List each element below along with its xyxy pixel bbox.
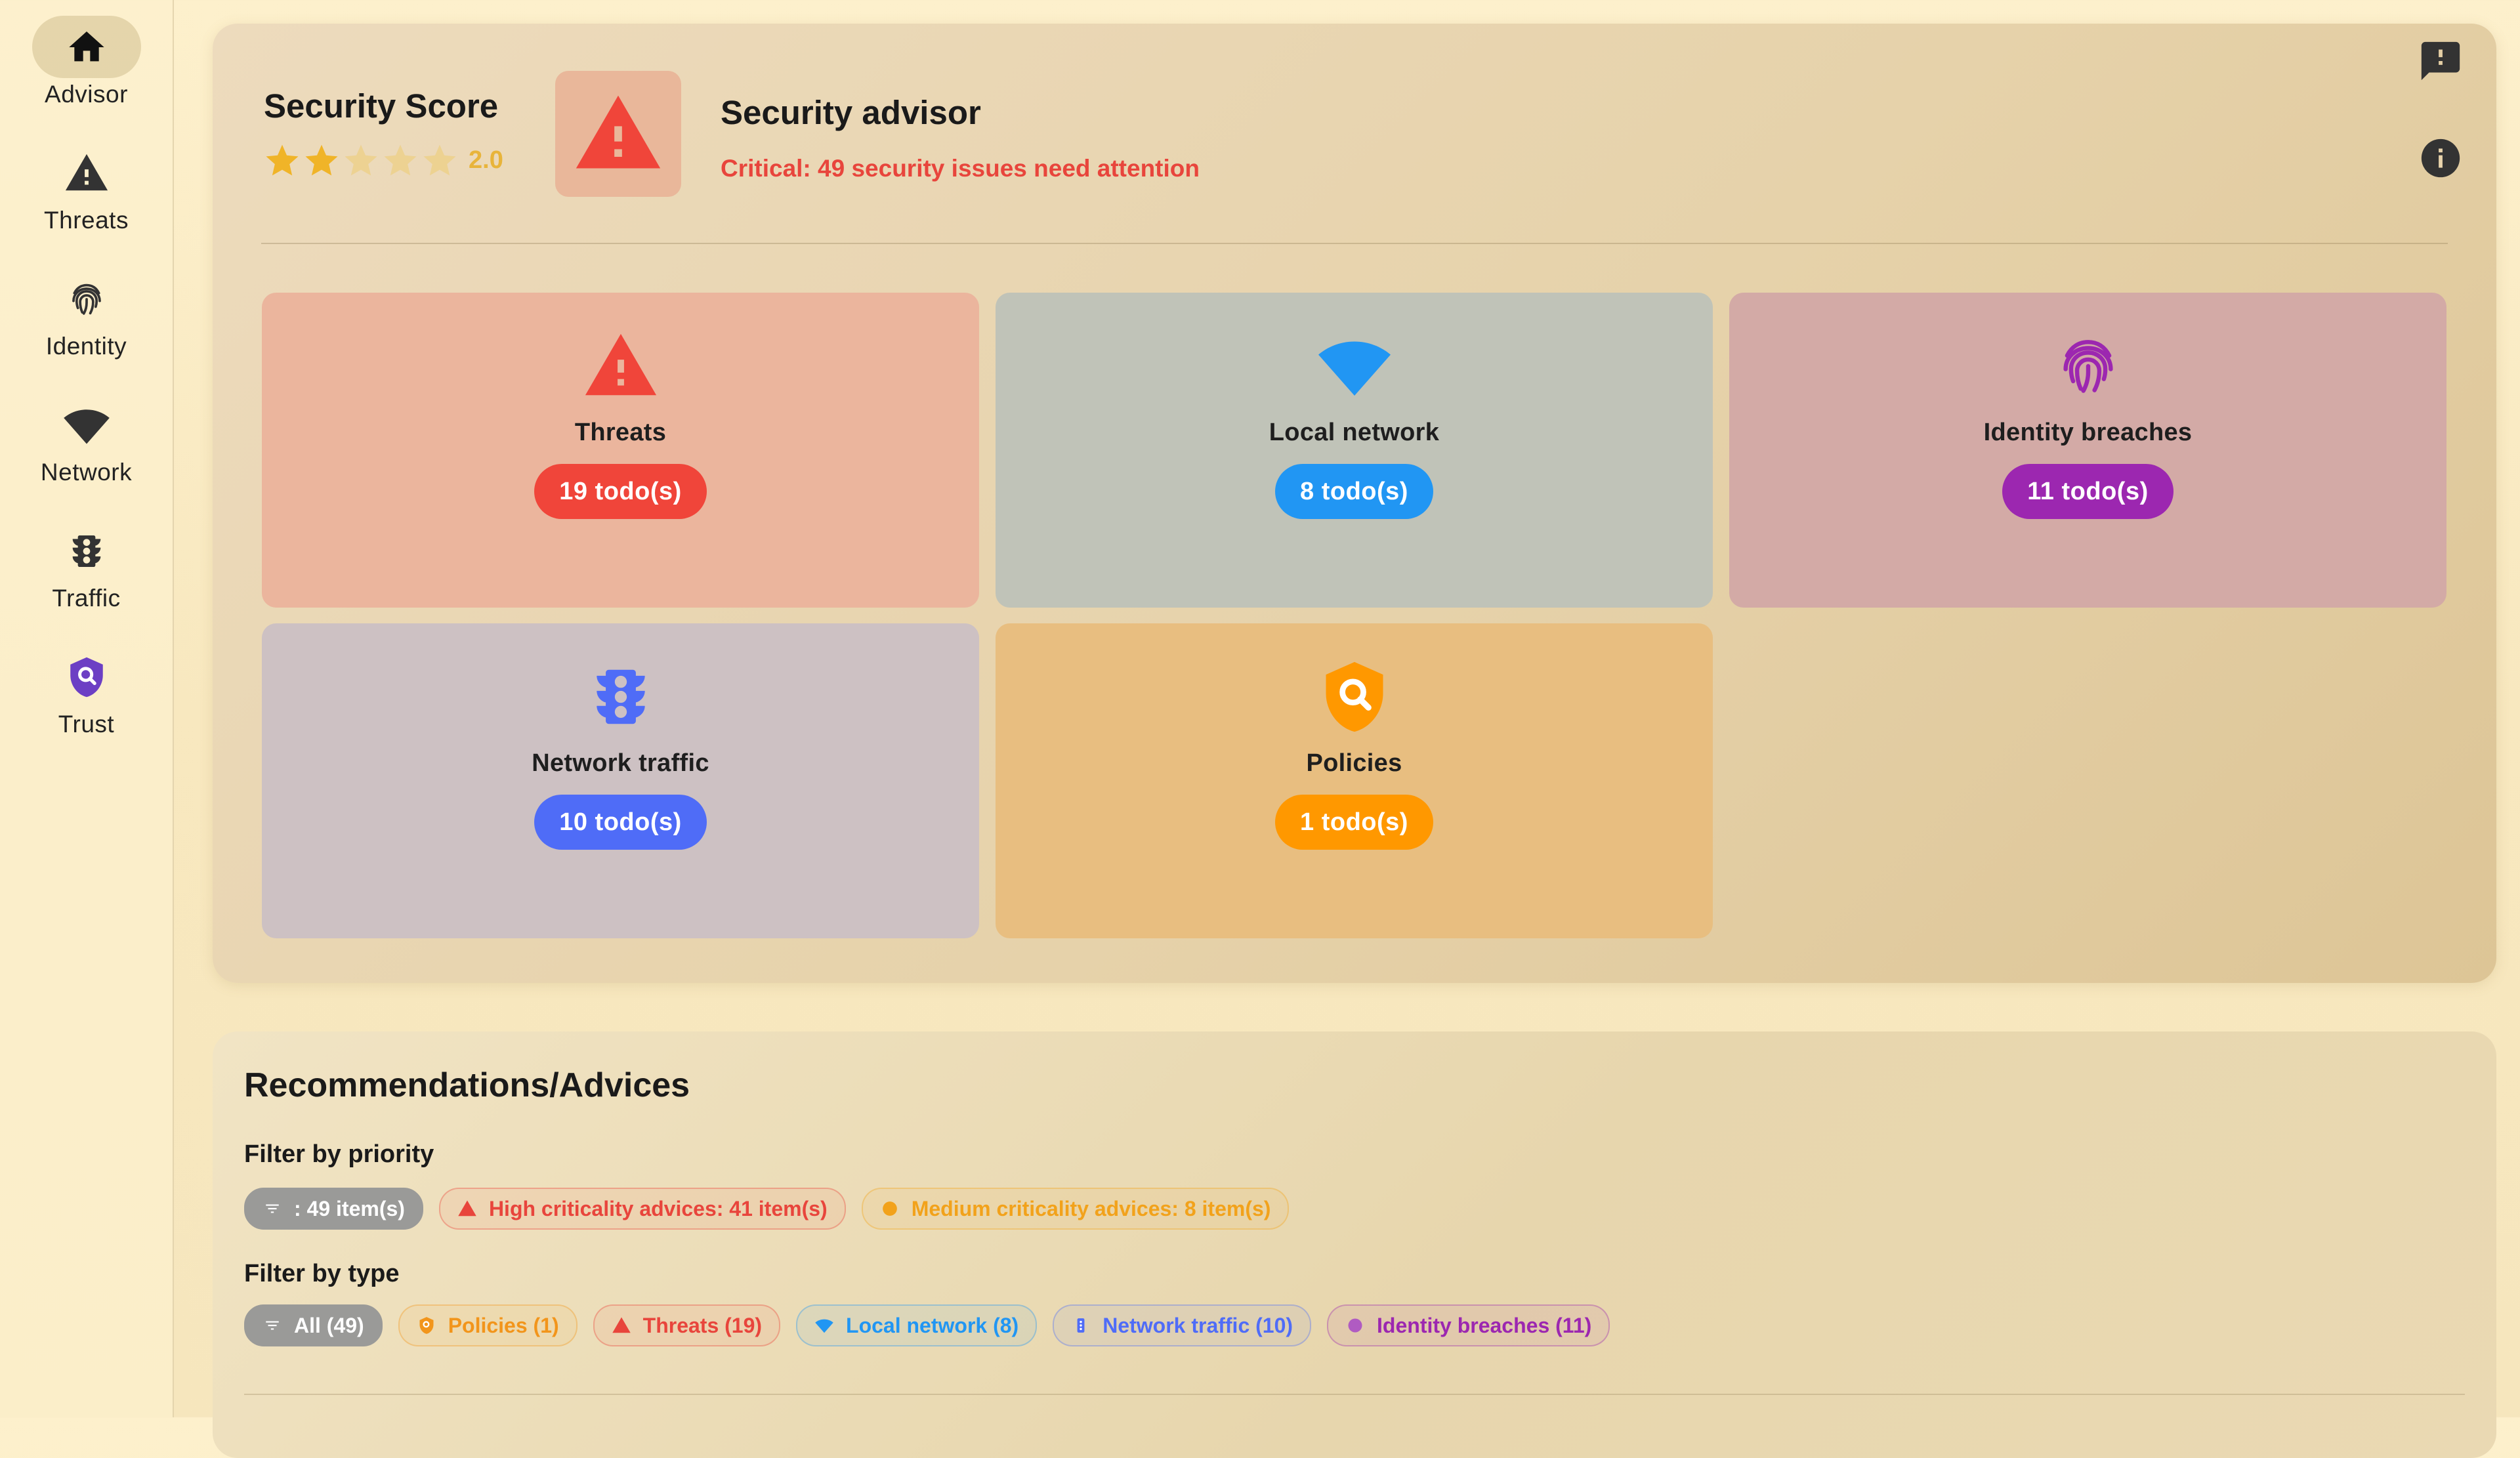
info-icon[interactable] [2418, 135, 2464, 181]
filter-chip-all-priority[interactable]: : 49 item(s) [244, 1188, 423, 1230]
sidebar-item-label: Identity [45, 333, 127, 360]
warning-icon [576, 95, 661, 169]
chip-label: Policies (1) [448, 1313, 559, 1337]
todo-badge[interactable]: 8 todo(s) [1275, 464, 1433, 519]
sidebar-item-label: Network [40, 459, 133, 486]
tile-local-network[interactable]: Local network 8 todo(s) [996, 293, 1713, 608]
priority-filter-label: Filter by priority [244, 1140, 434, 1168]
star-empty-icon [345, 144, 377, 176]
advisor-title: Security advisor [721, 94, 981, 131]
todo-badge[interactable]: 10 todo(s) [534, 795, 707, 850]
tile-title: Local network [1269, 419, 1440, 446]
sidebar-item-label: Advisor [45, 81, 128, 108]
filter-chip-network-traffic[interactable]: Network traffic (10) [1053, 1304, 1312, 1346]
tile-title: Network traffic [532, 749, 709, 777]
sidebar-item-identity[interactable]: Identity [0, 268, 173, 386]
todo-badge[interactable]: 1 todo(s) [1275, 795, 1433, 850]
traffic-light-icon [581, 657, 660, 736]
priority-filter-chips: : 49 item(s) High criticality advices: 4… [244, 1188, 1290, 1230]
filter-icon [262, 1199, 282, 1218]
filter-chip-identity-breaches[interactable]: Identity breaches (11) [1327, 1304, 1610, 1346]
sidebar-item-trust[interactable]: Trust [0, 646, 173, 764]
recommendations-card: Recommendations/Advices Filter by priori… [213, 1031, 2496, 1458]
security-score-stars: 2.0 [264, 142, 503, 178]
filter-chip-medium-criticality[interactable]: Medium criticality advices: 8 item(s) [861, 1188, 1290, 1230]
sidebar-item-traffic[interactable]: Traffic [0, 520, 173, 638]
sidebar-item-threats[interactable]: Threats [0, 142, 173, 260]
traffic-light-icon [32, 520, 141, 582]
security-score-value: 2.0 [469, 146, 503, 174]
star-empty-icon [384, 144, 417, 176]
chip-label: All (49) [294, 1313, 364, 1337]
tile-title: Threats [574, 419, 667, 446]
security-overview-card: Security Score 2.0 Security advisor Crit… [213, 24, 2496, 983]
sidebar-item-label: Trust [58, 711, 115, 738]
sidebar-item-advisor[interactable]: Advisor [0, 16, 173, 134]
feedback-icon[interactable] [2418, 38, 2464, 84]
fingerprint-icon [32, 268, 141, 330]
tile-threats[interactable]: Threats 19 todo(s) [262, 293, 979, 608]
security-score-title: Security Score [264, 87, 499, 125]
shield-search-icon [32, 646, 141, 708]
fingerprint-icon [1345, 1316, 1365, 1335]
traffic-light-icon [1071, 1316, 1091, 1335]
filter-chip-local-network[interactable]: Local network (8) [796, 1304, 1038, 1346]
shield-search-icon [1315, 657, 1394, 736]
chip-label: High criticality advices: 41 item(s) [488, 1196, 828, 1220]
filter-chip-high-criticality[interactable]: High criticality advices: 41 item(s) [438, 1188, 846, 1230]
fingerprint-icon [2049, 327, 2128, 406]
star-filled-icon [305, 144, 338, 176]
chip-label: : 49 item(s) [294, 1196, 405, 1220]
tile-title: Policies [1306, 749, 1402, 777]
sidebar-item-label: Threats [44, 207, 129, 234]
critical-alert-badge [555, 71, 681, 197]
type-filter-label: Filter by type [244, 1260, 400, 1287]
chip-label: Medium criticality advices: 8 item(s) [911, 1196, 1271, 1220]
dot-icon [880, 1199, 900, 1218]
todo-badge[interactable]: 19 todo(s) [534, 464, 707, 519]
warning-icon [457, 1199, 477, 1218]
star-empty-icon [423, 144, 456, 176]
tile-title: Identity breaches [1983, 419, 2193, 446]
filter-chip-all[interactable]: All (49) [244, 1304, 383, 1346]
shield-search-icon [417, 1316, 436, 1335]
warning-icon [32, 142, 141, 204]
filter-chip-threats[interactable]: Threats (19) [593, 1304, 781, 1346]
warning-icon [612, 1316, 631, 1335]
sidebar-item-label: Traffic [52, 585, 121, 612]
warning-icon [581, 327, 660, 406]
chip-label: Identity breaches (11) [1377, 1313, 1592, 1337]
chip-label: Network traffic (10) [1102, 1313, 1293, 1337]
chip-label: Local network (8) [846, 1313, 1019, 1337]
sidebar: Advisor Threats Identity Network Traffic [0, 0, 174, 1417]
chip-label: Threats (19) [642, 1313, 763, 1337]
filter-chip-policies[interactable]: Policies (1) [398, 1304, 578, 1346]
divider [261, 243, 2448, 244]
divider [244, 1394, 2465, 1395]
tile-policies[interactable]: Policies 1 todo(s) [996, 623, 1713, 938]
filter-icon [262, 1316, 282, 1335]
star-filled-icon [266, 144, 299, 176]
wifi-icon [32, 394, 141, 456]
todo-badge[interactable]: 11 todo(s) [2002, 464, 2174, 519]
advisor-status: Critical: 49 security issues need attent… [721, 155, 1200, 182]
type-filter-chips: All (49) Policies (1) Threats (19) Local… [244, 1304, 1610, 1346]
tile-network-traffic[interactable]: Network traffic 10 todo(s) [262, 623, 979, 938]
wifi-icon [1315, 327, 1394, 406]
sidebar-item-network[interactable]: Network [0, 394, 173, 512]
recommendations-title: Recommendations/Advices [244, 1066, 690, 1104]
home-icon [32, 16, 141, 78]
wifi-icon [814, 1316, 834, 1335]
tile-identity-breaches[interactable]: Identity breaches 11 todo(s) [1729, 293, 2446, 608]
